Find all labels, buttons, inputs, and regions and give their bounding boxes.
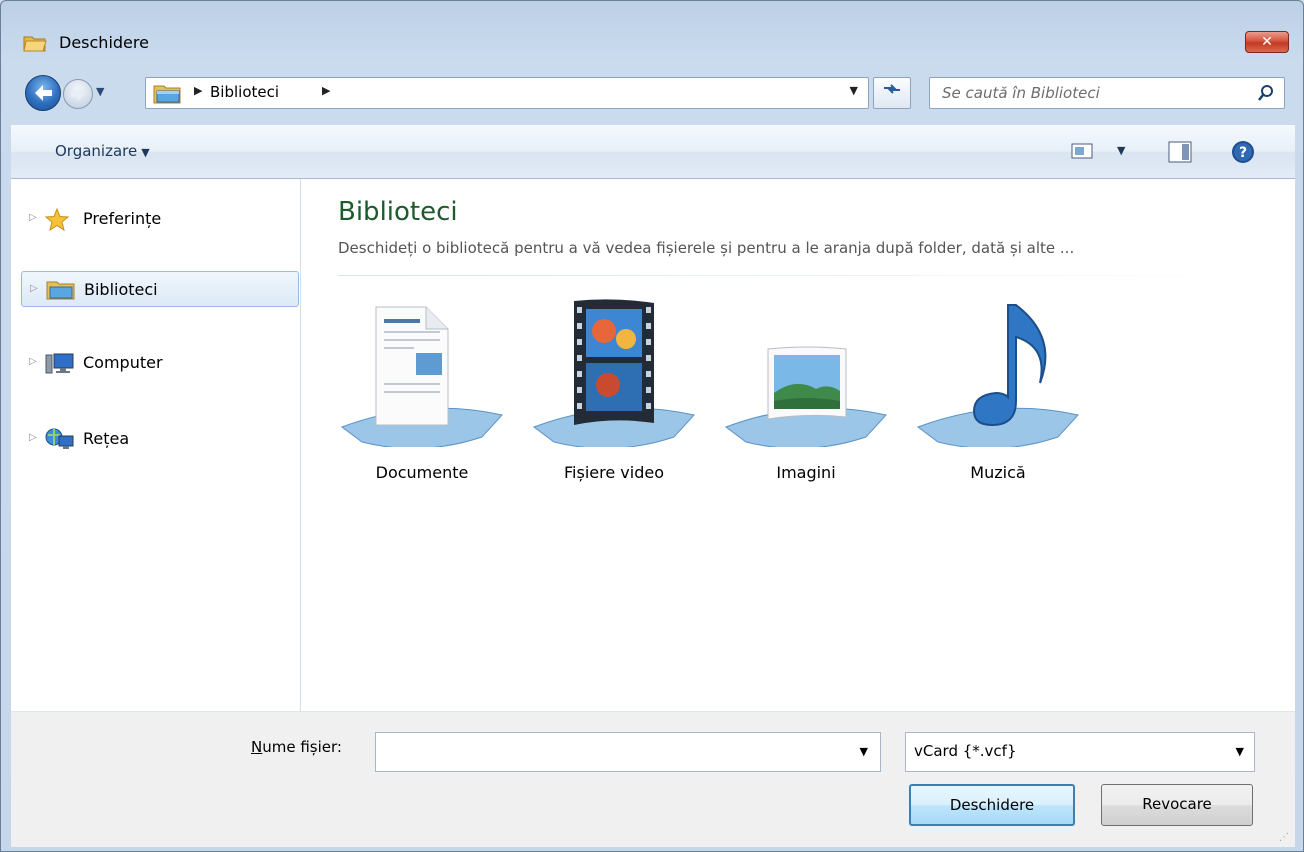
breadcrumb-separator-icon[interactable]: ▶	[194, 84, 202, 97]
filename-label-accesskey: N	[251, 738, 263, 756]
close-button[interactable]: ✕	[1245, 31, 1289, 53]
refresh-icon	[884, 84, 900, 94]
search-box[interactable]: Se caută în Biblioteci	[929, 77, 1285, 109]
libraries-folder-icon	[153, 85, 181, 104]
chevron-down-icon[interactable]: ▼	[1236, 745, 1244, 758]
sidebar-item-label: Preferințe	[83, 209, 162, 228]
expand-arrow-icon[interactable]: ▷	[29, 356, 37, 367]
expand-arrow-icon[interactable]: ▷	[30, 283, 38, 294]
documents-library-icon	[340, 306, 503, 447]
recent-pages-dropdown[interactable]: ▼	[96, 85, 104, 98]
organize-menu-button[interactable]: Organizare ▼	[55, 142, 150, 160]
library-name: Imagini	[776, 463, 836, 482]
navigation-pane: ▷ Preferințe ▷ Biblioteci ▷ Computer ▷ R…	[11, 179, 301, 711]
view-options-dropdown[interactable]: ▼	[1117, 144, 1125, 157]
back-arrow-icon	[35, 85, 52, 101]
music-library-icon	[916, 304, 1079, 447]
search-placeholder[interactable]: Se caută în Biblioteci	[942, 84, 1100, 102]
search-icon[interactable]	[1256, 83, 1276, 103]
filetype-select[interactable]: vCard {*.vcf} ▼	[905, 732, 1255, 772]
library-item-documents[interactable]: Documente	[332, 297, 512, 497]
svg-text:?: ?	[1239, 145, 1247, 161]
network-icon	[45, 428, 74, 449]
divider	[338, 275, 1258, 276]
star-icon	[45, 208, 69, 232]
videos-library-icon	[532, 299, 695, 447]
window-title: Deschidere	[59, 33, 149, 52]
help-icon[interactable]: ?	[1231, 140, 1255, 164]
expand-arrow-icon[interactable]: ▷	[29, 432, 37, 443]
navigation-bar: ▼ ▶ Biblioteci ▶ ▼ Se caută în Bibliotec…	[1, 71, 1303, 111]
library-item-videos[interactable]: Fișiere video	[524, 297, 704, 497]
title-bar[interactable]: Deschidere ✕	[1, 1, 1303, 55]
pictures-library-icon	[724, 346, 887, 447]
library-name: Fișiere video	[564, 463, 664, 482]
content-area: ▷ Preferințe ▷ Biblioteci ▷ Computer ▷ R…	[11, 179, 1295, 711]
cancel-button[interactable]: Revocare	[1101, 784, 1253, 826]
change-view-icon[interactable]	[1071, 141, 1093, 161]
page-title: Biblioteci	[338, 197, 458, 227]
sidebar-item-network[interactable]: ▷ Rețea	[21, 421, 299, 457]
open-button[interactable]: Deschidere	[909, 784, 1075, 826]
resize-grip-icon[interactable]: ⋰	[1279, 832, 1289, 843]
sidebar-item-label: Rețea	[83, 429, 130, 448]
file-list-view: Biblioteci Deschideți o bibliotecă pentr…	[302, 179, 1295, 711]
sidebar-item-libraries[interactable]: ▷ Biblioteci	[21, 271, 299, 307]
expand-arrow-icon[interactable]: ▷	[29, 212, 37, 223]
library-item-music[interactable]: Muzică	[908, 297, 1088, 497]
filename-label: Nume fișier:	[251, 738, 342, 756]
filetype-value[interactable]: vCard {*.vcf}	[914, 742, 1017, 760]
address-bar[interactable]: ▶ Biblioteci ▶ ▼	[145, 77, 869, 109]
sidebar-item-label: Biblioteci	[84, 280, 158, 299]
library-name: Documente	[375, 463, 469, 482]
filename-history-dropdown[interactable]: ▼	[860, 745, 868, 758]
libraries-icon	[46, 281, 75, 300]
address-history-dropdown[interactable]: ▼	[850, 84, 858, 97]
close-icon: ✕	[1261, 34, 1273, 50]
breadcrumb-chevron-icon[interactable]: ▶	[322, 84, 330, 97]
sidebar-item-label: Computer	[83, 353, 163, 372]
filename-label-text: ume fișier:	[262, 738, 342, 756]
folder-open-icon	[23, 36, 47, 52]
sidebar-item-favorites[interactable]: ▷ Preferințe	[21, 201, 299, 237]
open-file-dialog: Deschidere ✕ ▼ ▶ Biblioteci ▶ ▼ Se caută…	[0, 0, 1304, 852]
organize-label: Organizare	[55, 142, 138, 160]
forward-arrow-icon	[71, 87, 85, 101]
computer-icon	[45, 353, 74, 374]
library-name: Muzică	[970, 463, 1026, 482]
dialog-footer: Nume fișier: ▼ vCard {*.vcf} ▼ Deschider…	[11, 711, 1295, 847]
preview-pane-icon[interactable]	[1168, 141, 1192, 163]
page-description: Deschideți o bibliotecă pentru a vă vede…	[338, 239, 1075, 257]
library-item-pictures[interactable]: Imagini	[716, 297, 896, 497]
back-button[interactable]	[25, 75, 61, 111]
command-bar: Organizare ▼ ▼ ?	[11, 125, 1295, 179]
forward-button[interactable]	[63, 79, 93, 109]
breadcrumb-libraries[interactable]: Biblioteci	[210, 83, 279, 101]
sidebar-item-computer[interactable]: ▷ Computer	[21, 345, 299, 381]
chevron-down-icon: ▼	[141, 146, 150, 159]
refresh-button[interactable]	[873, 77, 911, 109]
filename-field[interactable]: ▼	[375, 732, 881, 772]
